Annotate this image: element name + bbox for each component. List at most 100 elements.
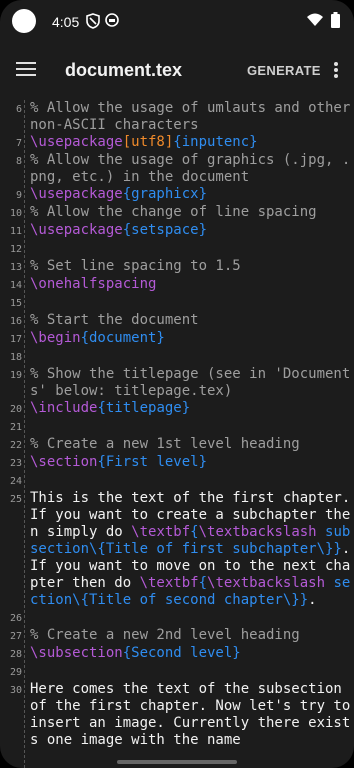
code-line[interactable]: 18 bbox=[0, 348, 354, 366]
app-notification-icon bbox=[105, 13, 119, 32]
code-token: { bbox=[190, 524, 199, 540]
code-token: \begin bbox=[30, 330, 81, 346]
code-token: % Allow the usage of graphics (.jpg, .pn… bbox=[30, 152, 351, 185]
code-line[interactable]: 11 \usepackage{setspace} bbox=[0, 222, 354, 240]
code-line[interactable]: 15 bbox=[0, 294, 354, 312]
code-line[interactable]: 27 % Create a new 2nd level heading bbox=[0, 627, 354, 645]
app-bar: document.tex GENERATE bbox=[0, 44, 354, 100]
line-code: % Set line spacing to 1.5 bbox=[24, 258, 354, 276]
code-line[interactable]: 16 % Start the document bbox=[0, 312, 354, 330]
code-line[interactable]: 14 \onehalfspacing bbox=[0, 276, 354, 294]
line-number: 29 bbox=[9, 667, 22, 678]
code-line[interactable]: 17 \begin{document} bbox=[0, 330, 354, 348]
line-code: % Show the titlepage (see in 'Documents'… bbox=[24, 366, 354, 400]
phone-screen: 4:05 document.tex GENERATE 6 % Allow the … bbox=[0, 0, 354, 768]
code-line[interactable]: 13 % Set line spacing to 1.5 bbox=[0, 258, 354, 276]
line-number: 27 bbox=[9, 631, 22, 642]
line-number: 19 bbox=[9, 370, 22, 381]
code-line[interactable]: 22 % Create a new 1st level heading bbox=[0, 436, 354, 454]
line-code: % Start the document bbox=[24, 312, 354, 330]
code-token: \textbf bbox=[131, 524, 191, 540]
status-bar: 4:05 bbox=[0, 0, 354, 44]
line-number: 9 bbox=[15, 190, 22, 201]
wifi-icon bbox=[307, 13, 323, 32]
line-number: 22 bbox=[9, 440, 22, 451]
code-line[interactable]: 8 % Allow the usage of graphics (.jpg, .p… bbox=[0, 152, 354, 186]
code-token: % Start the document bbox=[30, 312, 199, 328]
code-token: {First level} bbox=[97, 454, 208, 470]
line-number: 26 bbox=[9, 613, 22, 624]
line-code bbox=[24, 663, 354, 681]
code-line[interactable]: 21 bbox=[0, 418, 354, 436]
vpn-shield-icon bbox=[86, 13, 100, 34]
code-token: \section bbox=[30, 454, 98, 470]
code-line[interactable]: 7 \usepackage[utf8]{inputenc} bbox=[0, 134, 354, 152]
line-code: \usepackage[utf8]{inputenc} bbox=[24, 134, 354, 152]
code-token: \include bbox=[30, 400, 98, 416]
code-line[interactable]: 29 bbox=[0, 663, 354, 681]
code-token: % Create a new 2nd level heading bbox=[30, 627, 300, 643]
code-token: \textbackslash bbox=[198, 524, 317, 540]
code-token: \subsection bbox=[30, 645, 123, 661]
document-title: document.tex bbox=[65, 60, 183, 80]
code-token: \usepackage bbox=[30, 134, 123, 150]
code-token: Here comes the text of the subsection of… bbox=[30, 681, 351, 748]
code-editor[interactable]: 6 % Allow the usage of umlauts and other … bbox=[0, 100, 354, 768]
status-time: 4:05 bbox=[52, 14, 80, 30]
code-token: {titlepage} bbox=[97, 400, 191, 416]
code-line[interactable]: 28 \subsection{Second level} bbox=[0, 645, 354, 663]
home-indicator bbox=[117, 760, 237, 764]
line-number: 8 bbox=[15, 156, 22, 167]
line-number: 7 bbox=[15, 138, 22, 149]
code-line[interactable]: 20 \include{titlepage} bbox=[0, 400, 354, 418]
code-token: \onehalfspacing bbox=[30, 276, 157, 292]
code-token: { bbox=[198, 575, 208, 591]
line-number: 12 bbox=[9, 244, 22, 255]
code-token: {document} bbox=[80, 330, 165, 346]
line-number: 13 bbox=[9, 262, 22, 273]
code-token: % Allow the usage of umlauts and other n… bbox=[30, 100, 351, 133]
code-line[interactable]: 19 % Show the titlepage (see in 'Document… bbox=[0, 366, 354, 400]
code-line[interactable]: 6 % Allow the usage of umlauts and other … bbox=[0, 100, 354, 134]
code-line[interactable]: 10 % Allow the change of line spacing bbox=[0, 204, 354, 222]
more-options-icon[interactable] bbox=[334, 62, 338, 78]
code-token: \textbf bbox=[139, 575, 199, 591]
line-code: \begin{document} bbox=[24, 330, 354, 348]
code-line[interactable]: 24 bbox=[0, 472, 354, 490]
line-number: 28 bbox=[9, 649, 22, 660]
line-code bbox=[24, 240, 354, 258]
line-code: \section{First level} bbox=[24, 454, 354, 472]
code-token: {inputenc} bbox=[173, 134, 258, 150]
code-token: {setspace} bbox=[122, 222, 208, 238]
code-token: {graphicx} bbox=[122, 186, 208, 202]
code-line[interactable]: 25 This is the text of the first chapter.… bbox=[0, 490, 354, 609]
line-code: \subsection{Second level} bbox=[24, 645, 354, 663]
line-code: This is the text of the first chapter. I… bbox=[24, 490, 354, 609]
code-token: \textbackslash bbox=[207, 575, 326, 591]
line-code: Here comes the text of the subsection of… bbox=[24, 681, 354, 749]
camera-dot-icon bbox=[12, 9, 36, 33]
code-line[interactable]: 26 bbox=[0, 609, 354, 627]
line-number: 23 bbox=[9, 458, 22, 469]
line-code bbox=[24, 294, 354, 312]
line-number: 24 bbox=[9, 476, 22, 487]
generate-button[interactable]: GENERATE bbox=[247, 63, 321, 78]
code-token: % Show the titlepage (see in 'Documents'… bbox=[30, 366, 351, 399]
code-line[interactable]: 30 Here comes the text of the subsection … bbox=[0, 681, 354, 749]
menu-icon[interactable] bbox=[16, 62, 36, 78]
line-code: % Allow the usage of umlauts and other n… bbox=[24, 100, 354, 134]
code-line[interactable]: 23 \section{First level} bbox=[0, 454, 354, 472]
code-token: % Allow the change of line spacing bbox=[30, 204, 317, 220]
line-code: \onehalfspacing bbox=[24, 276, 354, 294]
line-number: 17 bbox=[9, 334, 22, 345]
line-code: % Create a new 1st level heading bbox=[24, 436, 354, 454]
code-line[interactable]: 9 \usepackage{graphicx} bbox=[0, 186, 354, 204]
line-code: % Allow the change of line spacing bbox=[24, 204, 354, 222]
code-line[interactable]: 12 bbox=[0, 240, 354, 258]
battery-icon bbox=[331, 12, 340, 33]
line-code bbox=[24, 609, 354, 627]
line-number: 14 bbox=[9, 280, 22, 291]
line-number: 20 bbox=[9, 404, 22, 415]
line-number: 18 bbox=[9, 352, 22, 363]
line-code bbox=[24, 418, 354, 436]
